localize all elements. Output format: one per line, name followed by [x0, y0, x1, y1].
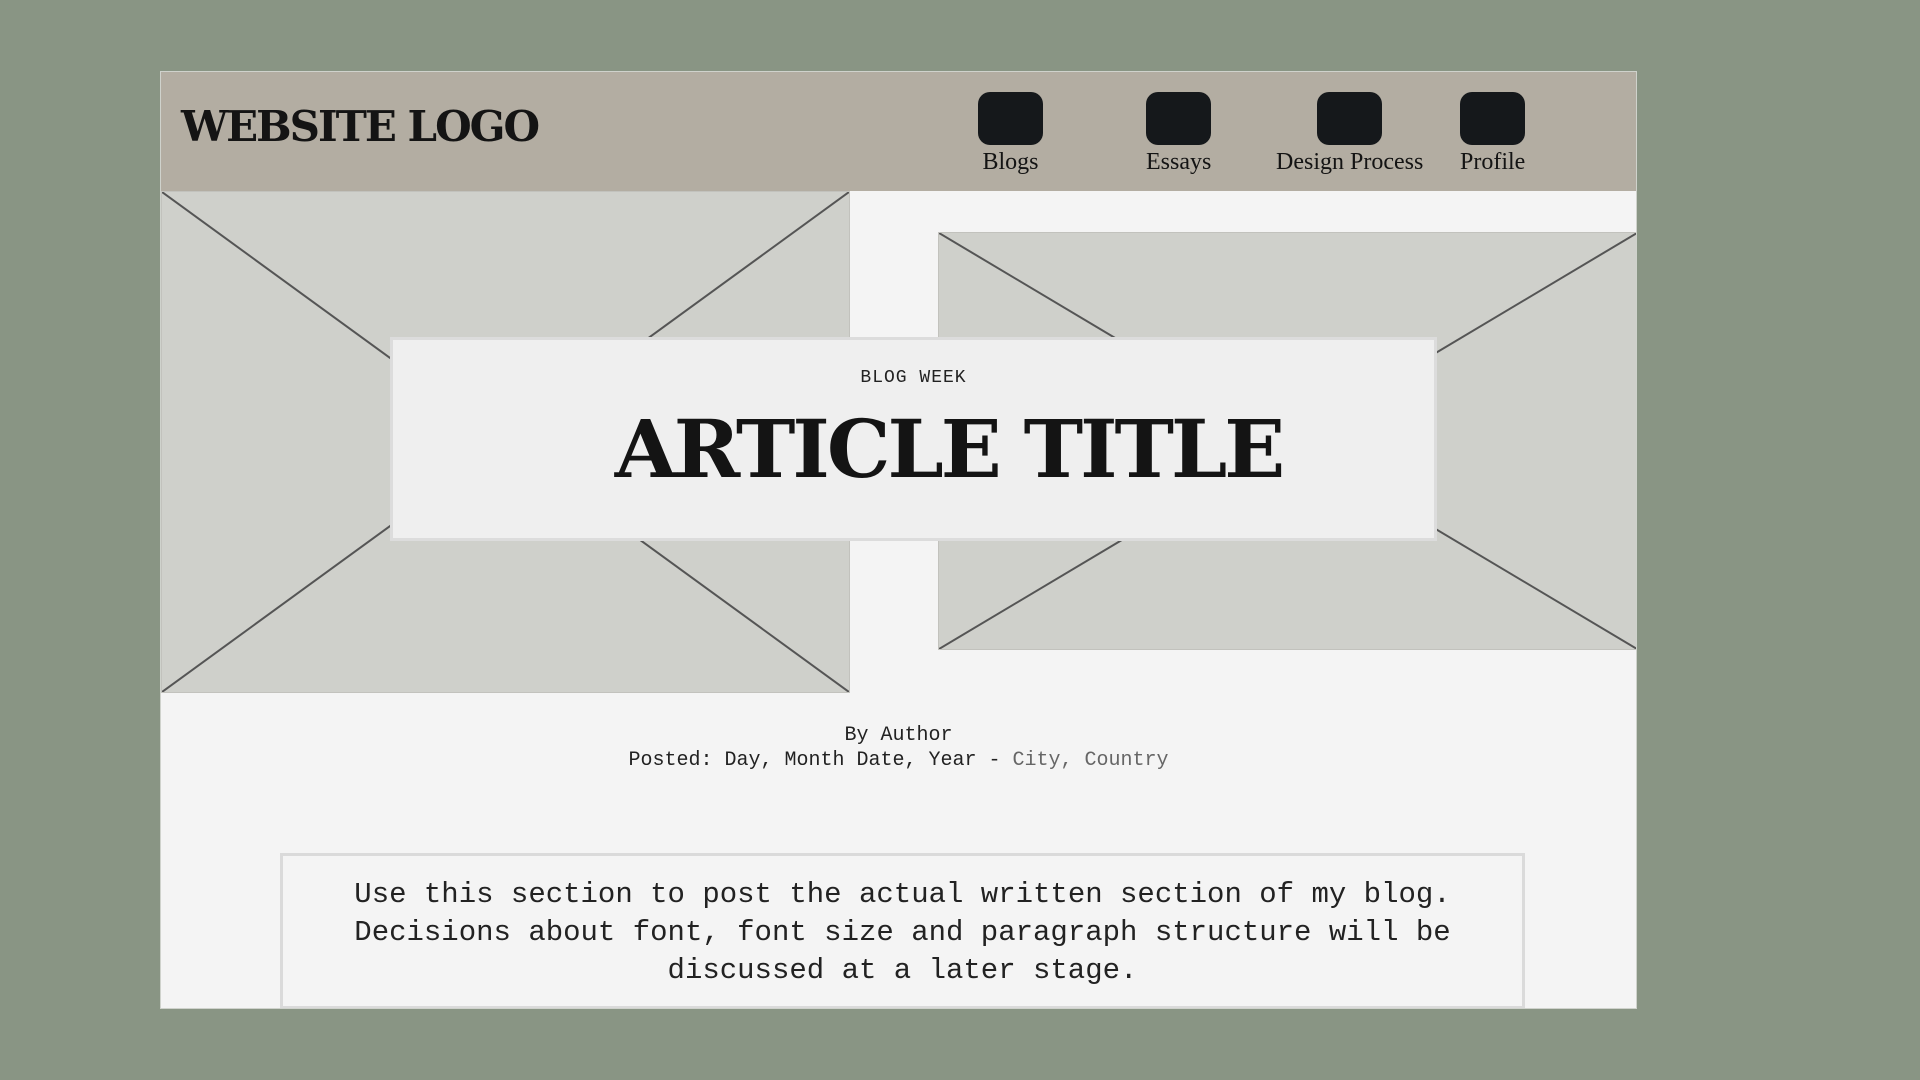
nav-placeholder-icon[interactable] — [1317, 92, 1383, 145]
nav-label-essays[interactable]: Essays — [1146, 149, 1211, 176]
posted-date: Posted: Day, Month Date, Year - — [628, 749, 1013, 772]
nav-placeholder-icon[interactable] — [1460, 92, 1526, 145]
article-kicker: BLOG WEEK — [860, 368, 967, 388]
posted-location: City, Country — [1012, 749, 1169, 772]
article-posted: Posted: Day, Month Date, Year - City, Co… — [161, 748, 1636, 773]
nav-label-design-process[interactable]: Design Process — [1276, 149, 1423, 176]
nav-label-profile[interactable]: Profile — [1460, 149, 1525, 176]
nav-placeholder-icon[interactable] — [978, 92, 1043, 145]
nav-item-profile[interactable]: Profile — [1460, 92, 1525, 176]
article-body: Use this section to post the actual writ… — [280, 853, 1525, 1008]
nav-item-blogs[interactable]: Blogs — [978, 92, 1043, 176]
article-title: ARTICLE TITLE — [614, 402, 1286, 496]
page-container: WEBSITE LOGO Blogs Essays Design Process… — [160, 71, 1637, 1009]
site-header: WEBSITE LOGO Blogs Essays Design Process… — [161, 72, 1636, 191]
nav-label-blogs[interactable]: Blogs — [982, 149, 1038, 176]
article-author: By Author — [844, 724, 953, 747]
article-title-card: BLOG WEEK ARTICLE TITLE — [390, 337, 1437, 541]
nav-item-essays[interactable]: Essays — [1146, 92, 1211, 176]
article-byline: By Author Posted: Day, Month Date, Year … — [161, 723, 1636, 773]
nav-placeholder-icon[interactable] — [1146, 92, 1212, 145]
nav-item-design-process[interactable]: Design Process — [1276, 92, 1423, 176]
website-logo[interactable]: WEBSITE LOGO — [181, 102, 540, 151]
